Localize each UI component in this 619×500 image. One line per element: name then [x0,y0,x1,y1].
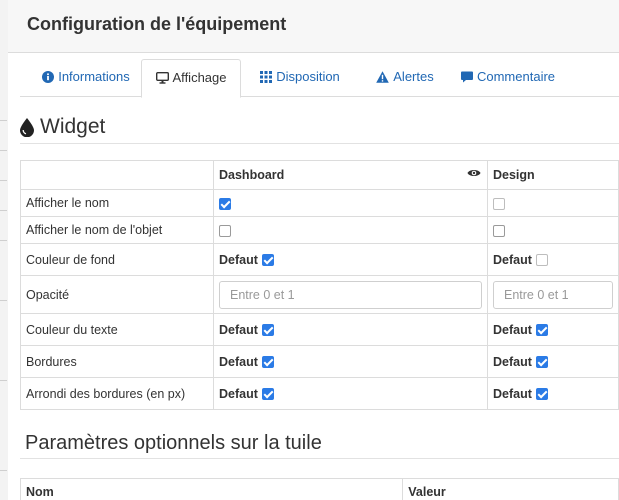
tab-informations[interactable]: Informations [32,59,140,95]
row-label: Couleur de fond [20,243,214,276]
modal-header: Configuration de l'équipement [8,0,619,53]
row-label: Arrondi des bordures (en px) [20,377,214,410]
default-label: Defaut [493,354,532,369]
info-circle-icon [42,71,55,83]
modal-title: Configuration de l'équipement [27,14,287,34]
header-dashboard-label: Dashboard [219,168,285,182]
default-label: Defaut [219,252,258,267]
widget-section-title: Widget [20,115,105,139]
show-name-design-checkbox[interactable] [493,197,505,210]
text-color-dashboard-default-checkbox[interactable] [261,324,274,337]
text-color-design-default-checkbox[interactable] [535,324,548,337]
show-object-name-design-checkbox[interactable] [493,224,505,237]
border-radius-design-default-checkbox[interactable] [535,388,548,401]
comment-icon [460,71,473,83]
desktop-icon [155,71,169,84]
divider [20,143,619,144]
table-row: Couleur du texte Defaut Defaut [20,313,619,346]
show-object-name-dashboard-checkbox[interactable] [219,224,231,237]
row-label: Couleur du texte [20,313,214,346]
tab-alertes[interactable]: Alertes [361,59,449,95]
default-label: Defaut [493,252,532,267]
tab-label: Commentaire [476,69,556,84]
opacity-design-input[interactable]: Entre 0 et 1 [493,280,613,309]
tab-affichage[interactable]: Affichage [141,59,241,98]
divider [20,458,619,459]
table-header-row: Dashboard Design [20,160,619,190]
optional-params-title: Paramètres optionnels sur la tuile [25,432,322,454]
border-radius-dashboard-default-checkbox[interactable] [261,388,274,401]
table-row: Opacité Entre 0 et 1 Entre 0 et 1 [20,275,619,314]
equipment-config-modal: Configuration de l'équipement Informatio… [8,0,619,500]
tab-label: Disposition [276,69,340,84]
table-row: Bordures Defaut Defaut [20,345,619,378]
widget-settings-table: Dashboard Design Afficher le nom Affiche… [20,160,619,410]
table-row: Arrondi des bordures (en px) Defaut Defa… [20,377,619,410]
background-color-dashboard-default-checkbox[interactable] [261,254,274,267]
row-label: Afficher le nom [20,189,214,217]
opacity-dashboard-input[interactable]: Entre 0 et 1 [219,280,482,309]
header-value: Valeur [402,478,619,500]
header-name: Nom [19,478,404,500]
table-header-row: Nom Valeur [19,478,619,500]
header-empty [20,160,214,190]
default-label: Defaut [493,386,532,401]
tab-commentaire[interactable]: Commentaire [456,59,560,95]
tab-label: Informations [58,69,130,84]
widget-title: Widget [40,115,106,138]
default-label: Defaut [493,322,532,337]
show-name-dashboard-checkbox[interactable] [219,197,231,210]
row-label: Bordures [20,345,214,378]
tab-label: Affichage [172,70,227,85]
tab-disposition[interactable]: Disposition [250,59,350,95]
drop-icon [20,117,34,137]
header-dashboard: Dashboard [213,160,488,190]
optional-params-table: Nom Valeur [19,478,619,500]
table-row: Couleur de fond Defaut Defaut [20,243,619,276]
row-label: Afficher le nom de l'objet [20,216,214,244]
row-label: Opacité [20,275,214,314]
default-label: Defaut [219,354,258,369]
grid-icon [260,71,273,83]
background-color-design-default-checkbox[interactable] [535,254,548,267]
default-label: Defaut [219,386,258,401]
borders-dashboard-default-checkbox[interactable] [261,356,274,369]
default-label: Defaut [219,322,258,337]
eye-icon[interactable] [467,168,481,178]
tab-bar: Informations Affichage Disposition Alert… [20,59,619,98]
borders-design-default-checkbox[interactable] [535,356,548,369]
header-design: Design [487,160,619,190]
table-row: Afficher le nom de l'objet [20,216,619,244]
warning-icon [376,71,390,83]
tab-label: Alertes [393,69,434,84]
table-row: Afficher le nom [20,189,619,217]
